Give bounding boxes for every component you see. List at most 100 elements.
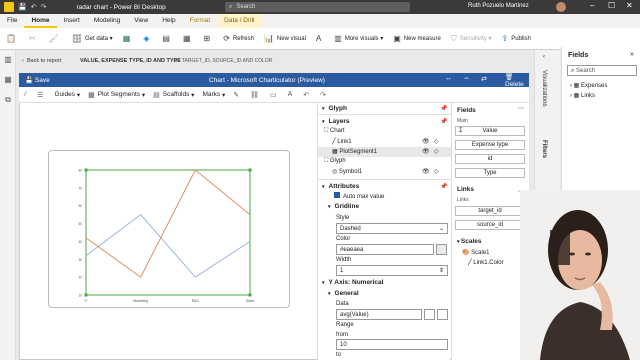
avatar[interactable] (556, 2, 566, 12)
guides-button[interactable]: Guides ▾ (54, 91, 80, 99)
layers-header[interactable]: ▾ Layers (318, 118, 451, 125)
glyph-header[interactable]: ▾ Glyph (318, 105, 451, 112)
eye-icon[interactable]: 👁 (422, 148, 430, 155)
resize-handle[interactable] (84, 168, 88, 172)
style-select[interactable]: Dashed ⌄ (336, 223, 448, 234)
redo-tool[interactable]: ↷ (320, 91, 329, 99)
redo-icon[interactable]: ↷ (41, 3, 47, 11)
more-icon[interactable]: ⋯ (518, 105, 524, 112)
sensitivity-button[interactable]: ⛉ Sensitivity ▾ (451, 34, 492, 44)
link-tool[interactable]: ⛓ (250, 91, 262, 99)
table-links[interactable]: › ▦ Links (570, 92, 595, 99)
field-source-id[interactable]: source_id (455, 220, 525, 230)
field-expense-type[interactable]: Expense type (455, 140, 525, 150)
text-tool[interactable]: A (288, 91, 296, 98)
series-line-2[interactable] (85, 169, 251, 278)
remove-data-button[interactable] (437, 309, 448, 320)
data-input[interactable]: avg(Value) (336, 309, 422, 320)
plot-segments-button[interactable]: ▦ Plot Segments ▾ (88, 91, 145, 99)
y-axis-header[interactable]: ▾ Y Axis: Numerical (318, 279, 451, 286)
data-view-icon[interactable]: ▦ (0, 70, 16, 90)
layer-plotsegment1[interactable]: ▦ PlotSegment1 (332, 148, 377, 155)
model-view-icon[interactable]: ⧉ (0, 90, 16, 110)
paste-button[interactable]: 📋 (6, 34, 19, 43)
from-input[interactable]: 10 (336, 339, 448, 350)
layer-glyph[interactable]: ⛶ Glyph (324, 158, 346, 165)
eraser-icon[interactable]: ◇ (434, 148, 439, 155)
field-target-id[interactable]: target_id (455, 206, 525, 216)
scaffolds-button[interactable]: ▤ Scaffolds ▾ (153, 91, 194, 99)
expand-vertical-icon[interactable]: ⇔ (463, 75, 470, 82)
tab-format[interactable]: Format (183, 14, 218, 28)
field-value[interactable]: Σ Value (455, 126, 525, 136)
eraser-icon[interactable]: ◇ (434, 138, 439, 145)
close-icon[interactable]: ✕ (626, 1, 633, 10)
pin-icon[interactable]: 📌 (440, 118, 447, 125)
tab-file[interactable]: File (0, 14, 24, 28)
width-stepper[interactable]: 1 ⇕ (336, 265, 448, 276)
visualizations-pane-tab[interactable]: Visualizations (541, 70, 547, 107)
field-type[interactable]: Type (455, 168, 525, 178)
layer-link1[interactable]: ╱ Link1 (332, 138, 352, 145)
edit-data-button[interactable] (424, 309, 435, 320)
resize-handle[interactable] (248, 168, 252, 172)
line-tool[interactable]: ⁄ (25, 91, 29, 98)
layer-symbol1[interactable]: ◎ Symbol1 (332, 168, 362, 175)
tab-data-drill[interactable]: Data / Drill (217, 14, 262, 28)
marks-button[interactable]: Marks ▾ (202, 91, 225, 99)
color-input[interactable]: #eaeaea (336, 244, 434, 255)
sql-button[interactable]: ▤ (162, 34, 173, 43)
transform-button[interactable]: ⊞ (204, 34, 214, 43)
tab-modeling[interactable]: Modeling (87, 14, 127, 28)
color-swatch[interactable] (436, 244, 447, 255)
scales-header[interactable]: ▾ Scales (457, 238, 482, 245)
collapse-icon[interactable]: ‹ (543, 54, 545, 60)
more-visuals-button[interactable]: ▥ More visuals ▾ (334, 34, 383, 43)
expand-horizontal-icon[interactable]: ↔ (445, 75, 452, 82)
field-id[interactable]: id (455, 154, 525, 164)
list-tool[interactable]: ☰ (37, 91, 46, 99)
eye-icon[interactable]: 👁 (422, 168, 430, 175)
auto-max-checkbox[interactable]: Auto max value (334, 192, 384, 200)
pen-tool[interactable]: ✎ (233, 91, 242, 99)
get-data-button[interactable]: 🗄 Get data ▾ (72, 34, 113, 43)
fields-search-input[interactable]: ⌕ Search (567, 65, 637, 76)
enter-data-button[interactable]: ▦ (183, 34, 194, 43)
new-visual-button[interactable]: 📊 New visual (264, 34, 306, 43)
table-expenses[interactable]: › ▦ Expenses (570, 82, 607, 89)
excel-button[interactable]: ▦ (123, 34, 134, 43)
maximize-icon[interactable]: ☐ (608, 1, 615, 10)
pin-icon[interactable]: 📌 (440, 105, 447, 112)
expand-pane-icon[interactable]: » (630, 51, 634, 58)
filters-pane-tab[interactable]: Filters (541, 140, 547, 158)
minimize-icon[interactable]: – (590, 1, 594, 10)
tab-home[interactable]: Home (24, 14, 57, 28)
swap-icon[interactable]: ⇄ (481, 75, 487, 83)
delete-button[interactable]: 🗑 Delete (505, 73, 529, 88)
undo-icon[interactable]: ↶ (31, 3, 37, 11)
back-to-report-link[interactable]: ‹ Back to report (22, 58, 61, 64)
image-tool[interactable]: ▭ (270, 91, 280, 99)
undo-tool[interactable]: ↶ (303, 91, 312, 99)
report-view-icon[interactable]: ▥ (0, 50, 16, 70)
chart-canvas[interactable]: 80 70 60 50 40 30 20 10IT Marketing R&D Sales (48, 150, 290, 308)
attributes-header[interactable]: ▾ Attributes (318, 183, 451, 190)
search-box[interactable]: ⌕ Search (225, 2, 410, 12)
layer-chart[interactable]: ⛶ Chart (324, 128, 345, 135)
refresh-button[interactable]: ⟳ Refresh (223, 34, 254, 43)
tab-insert[interactable]: Insert (57, 14, 87, 28)
resize-handle[interactable] (84, 293, 88, 297)
gridline-header[interactable]: ▾ Gridline (318, 203, 451, 210)
publish-button[interactable]: ⇪ Publish (502, 34, 531, 43)
resize-handle[interactable] (248, 293, 252, 297)
general-header[interactable]: ▾ General (318, 290, 451, 297)
save-button[interactable]: 💾 Save (25, 76, 50, 85)
text-box-button[interactable]: A (316, 34, 324, 43)
eraser-icon[interactable]: ◇ (434, 168, 439, 175)
scale-link1-color[interactable]: ╱ Link1.Color (468, 259, 504, 266)
tab-view[interactable]: View (127, 14, 155, 28)
eye-icon[interactable]: 👁 (422, 138, 430, 145)
save-icon[interactable]: 💾 (18, 3, 27, 11)
tab-help[interactable]: Help (155, 14, 182, 28)
new-measure-button[interactable]: ▣ New measure (393, 34, 441, 43)
